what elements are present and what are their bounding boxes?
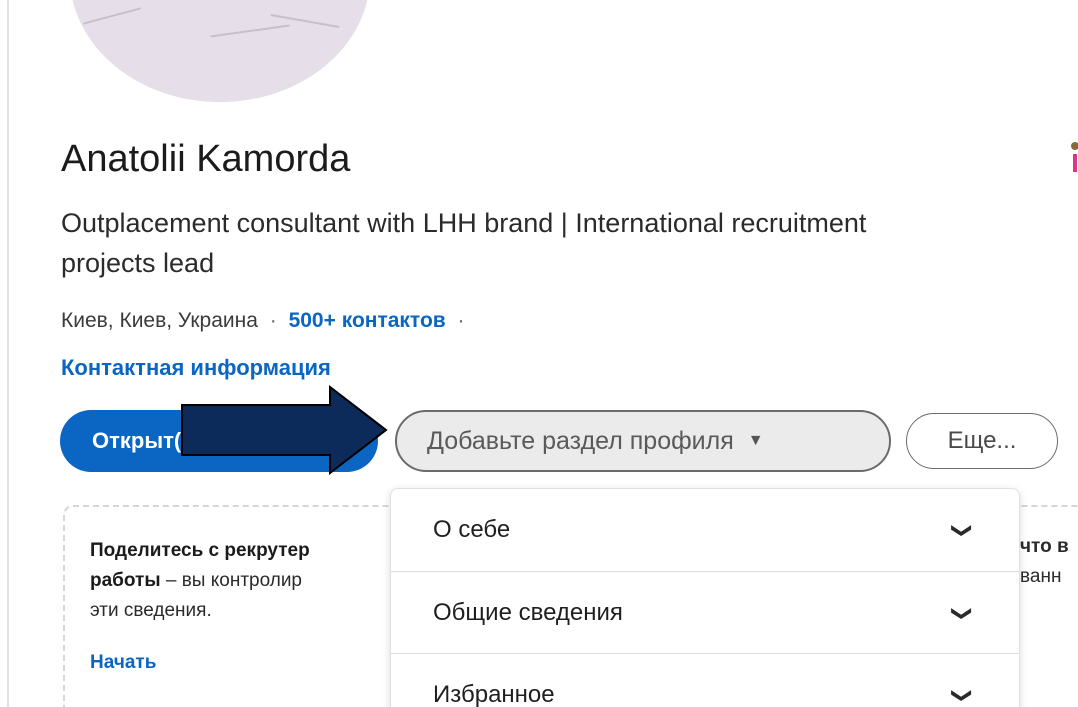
chevron-down-icon: ❯ <box>951 686 974 704</box>
badge-icon <box>1071 142 1078 172</box>
start-link[interactable]: Начать <box>90 652 156 674</box>
contact-info-link[interactable]: Контактная информация <box>61 355 331 381</box>
profile-page: Anatolii Kamorda Outplacement consultant… <box>0 0 1078 707</box>
otw-line-1: Поделитесь с рекрутер <box>90 540 310 561</box>
avatar[interactable] <box>70 0 370 102</box>
dropdown-item-label: Избранное <box>433 681 555 707</box>
chevron-down-icon: ❯ <box>951 604 974 622</box>
chevron-down-icon: ❯ <box>951 521 974 539</box>
profile-name: Anatolii Kamorda <box>61 138 351 180</box>
more-button[interactable]: Еще... <box>906 413 1058 469</box>
otw-line-2-bold: работы <box>90 570 161 591</box>
more-button-label: Еще... <box>947 427 1017 454</box>
otw-right-2: ванн <box>1020 566 1062 587</box>
otw-right-1: что в <box>1020 536 1069 557</box>
dropdown-item-general[interactable]: Общие сведения ❯ <box>391 572 1019 654</box>
dropdown-item-label: Общие сведения <box>433 599 623 626</box>
location-row: Киев, Киев, Украина · 500+ контактов · <box>61 309 471 333</box>
add-profile-section-button[interactable]: Добавьте раздел профиля ▼ <box>395 410 891 472</box>
otw-line-2-rest: – вы контролир <box>160 570 303 591</box>
add-profile-section-label: Добавьте раздел профиля <box>427 426 734 455</box>
dropdown-item-label: О себе <box>433 516 511 543</box>
separator-dot: · <box>269 309 277 332</box>
separator-dot: · <box>457 309 465 332</box>
contacts-link[interactable]: 500+ контактов <box>289 309 446 332</box>
add-section-dropdown: О себе ❯ Общие сведения ❯ Избранное ❯ <box>390 488 1020 707</box>
dropdown-item-featured[interactable]: Избранное ❯ <box>391 654 1019 707</box>
left-border <box>7 0 9 707</box>
profile-headline: Outplacement consultant with LHH brand |… <box>61 208 867 278</box>
caret-down-icon: ▼ <box>747 432 764 449</box>
location-text: Киев, Киев, Украина <box>61 309 258 332</box>
arrow-right-icon <box>181 385 388 475</box>
dropdown-item-about[interactable]: О себе ❯ <box>391 489 1019 571</box>
